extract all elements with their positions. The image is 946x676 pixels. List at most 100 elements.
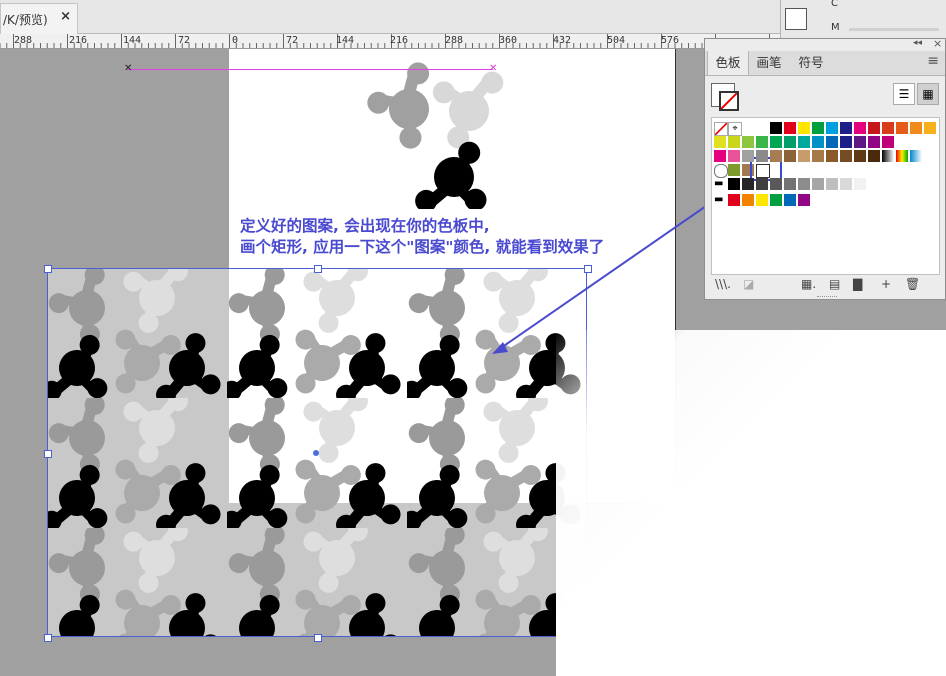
color-swatch[interactable] (728, 150, 740, 162)
color-swatch[interactable] (868, 122, 880, 134)
document-tab[interactable]: /K/预览) × (0, 3, 78, 34)
color-swatch[interactable] (840, 178, 852, 190)
grid-view-icon[interactable]: ▦ (917, 83, 939, 105)
color-swatch[interactable] (784, 150, 796, 162)
color-swatch[interactable] (840, 122, 852, 134)
swatch-options-icon[interactable]: ▤ (829, 277, 840, 291)
list-view-icon[interactable]: ☰ (893, 83, 915, 105)
color-swatch[interactable] (770, 194, 782, 206)
tab-swatches[interactable]: 色板 (707, 51, 749, 75)
color-group-folder-icon[interactable]: ▬ (714, 194, 726, 206)
color-swatch[interactable] (728, 136, 740, 148)
color-swatch[interactable] (798, 178, 810, 190)
color-swatch[interactable] (714, 136, 726, 148)
color-swatch[interactable] (826, 178, 838, 190)
panel-menu-icon[interactable]: ≡ (927, 53, 939, 69)
channel-label-c: C (831, 0, 838, 9)
resize-handle-top[interactable] (314, 265, 322, 273)
color-swatch[interactable] (910, 122, 922, 134)
color-swatch[interactable] (714, 150, 726, 162)
color-swatch[interactable] (798, 136, 810, 148)
ruler-label: 216 (69, 35, 88, 46)
color-swatch[interactable] (728, 194, 740, 206)
show-swatch-kinds-icon[interactable]: ▦. (801, 277, 816, 291)
color-swatch[interactable] (882, 122, 894, 134)
color-swatch[interactable] (742, 136, 754, 148)
close-panel-icon[interactable]: × (933, 37, 942, 50)
panel-resize-grip[interactable] (817, 296, 837, 300)
m-slider[interactable] (849, 28, 939, 31)
color-swatch[interactable] (770, 178, 782, 190)
color-swatch[interactable] (770, 150, 782, 162)
color-group-folder-icon[interactable]: ▬ (714, 178, 726, 190)
ruler-label: 216 (390, 35, 409, 46)
swatch-pattern-2[interactable] (728, 164, 740, 176)
color-swatch[interactable] (840, 150, 852, 162)
color-swatch[interactable] (756, 122, 768, 134)
color-swatch[interactable] (854, 122, 866, 134)
color-swatch[interactable] (882, 136, 894, 148)
tab-brushes[interactable]: 画笔 (749, 51, 789, 75)
horizontal-ruler[interactable]: 288 216 144 72 0 72 144 216 288 360 432 … (0, 34, 780, 49)
document-tab-bar: /K/预览) × (0, 0, 780, 34)
color-swatch[interactable] (812, 150, 824, 162)
color-swatch[interactable] (868, 178, 880, 190)
swatch-none[interactable] (714, 122, 728, 136)
place-swatch-icon[interactable]: ◪ (743, 277, 754, 291)
color-swatch[interactable] (826, 150, 838, 162)
gradient-swatch[interactable] (896, 150, 908, 162)
gradient-swatch[interactable] (882, 150, 894, 162)
color-swatch[interactable] (840, 136, 852, 148)
resize-handle-bottom-left[interactable] (44, 634, 52, 642)
ruler-label: 144 (336, 35, 355, 46)
swatch-pattern-1[interactable] (714, 164, 728, 178)
tab-symbols[interactable]: 符号 (791, 51, 831, 75)
gradient-swatch[interactable] (910, 150, 922, 162)
tutorial-annotation: 定义好的图案, 会出现在你的色板中, 画个矩形, 应用一下这个"图案"颜色, 就… (240, 216, 604, 258)
color-swatch[interactable] (812, 122, 824, 134)
color-swatch[interactable] (798, 122, 810, 134)
color-swatch[interactable] (756, 150, 768, 162)
new-swatch-icon[interactable]: + (881, 277, 891, 291)
color-swatch[interactable] (812, 136, 824, 148)
resize-handle-top-left[interactable] (44, 265, 52, 273)
color-swatch[interactable] (812, 178, 824, 190)
color-swatch[interactable] (896, 122, 908, 134)
color-swatch[interactable] (742, 150, 754, 162)
color-swatch[interactable] (756, 194, 768, 206)
resize-handle-left[interactable] (44, 450, 52, 458)
color-swatch[interactable] (868, 150, 880, 162)
color-swatch[interactable] (784, 122, 796, 134)
color-swatch[interactable] (770, 136, 782, 148)
collapse-panel-icon[interactable]: ◂◂ (913, 38, 922, 48)
color-swatch[interactable] (742, 178, 754, 190)
swatch-registration[interactable]: ⌖ (728, 122, 742, 136)
color-swatch[interactable] (924, 122, 936, 134)
new-color-group-icon[interactable]: ▇ (853, 277, 862, 291)
color-swatch[interactable] (854, 150, 866, 162)
swatch-libraries-menu-icon[interactable]: \\\. (715, 277, 731, 291)
color-swatch[interactable] (784, 194, 796, 206)
ruler-label: 288 (14, 35, 33, 46)
stroke-swatch-icon[interactable] (719, 91, 739, 111)
color-swatch[interactable] (770, 122, 782, 134)
fill-stroke-icon[interactable] (785, 8, 807, 30)
color-swatch[interactable] (728, 178, 740, 190)
close-tab-icon[interactable]: × (60, 9, 71, 24)
color-swatch[interactable] (854, 178, 866, 190)
pattern-filled-rectangle[interactable] (47, 268, 587, 637)
color-swatch[interactable] (756, 178, 768, 190)
color-swatch[interactable] (784, 136, 796, 148)
color-swatch[interactable] (854, 136, 866, 148)
color-swatch[interactable] (798, 150, 810, 162)
color-swatch[interactable] (798, 194, 810, 206)
resize-handle-bottom[interactable] (314, 634, 322, 642)
color-swatch[interactable] (868, 136, 880, 148)
resize-handle-top-right[interactable] (584, 265, 592, 273)
color-swatch[interactable] (742, 194, 754, 206)
color-swatch[interactable] (756, 136, 768, 148)
delete-swatch-icon[interactable]: 🗑 (905, 277, 920, 291)
color-swatch[interactable] (826, 122, 838, 134)
color-swatch[interactable] (784, 178, 796, 190)
color-swatch[interactable] (826, 136, 838, 148)
